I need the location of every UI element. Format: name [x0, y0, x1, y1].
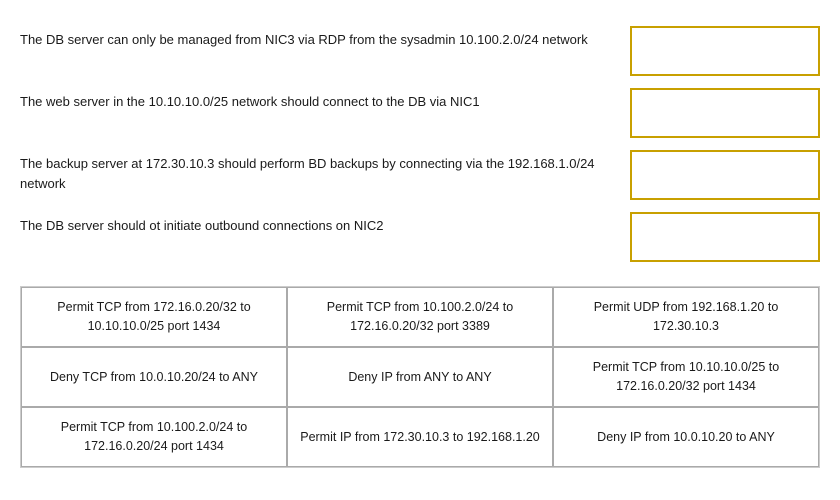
question-4-text: The DB server should ot initiate outboun…	[20, 206, 620, 268]
question-3-text: The backup server at 172.30.10.3 should …	[20, 144, 620, 206]
tile-9[interactable]: Deny IP from 10.0.10.20 to ANY	[553, 407, 819, 467]
question-1-text: The DB server can only be managed from N…	[20, 20, 620, 82]
tiles-section: Permit TCP from 172.16.0.20/32 to 10.10.…	[20, 286, 820, 468]
tile-2[interactable]: Permit TCP from 10.100.2.0/24 to 172.16.…	[287, 287, 553, 347]
questions-section: The DB server can only be managed from N…	[20, 20, 820, 268]
tile-4[interactable]: Deny TCP from 10.0.10.20/24 to ANY	[21, 347, 287, 407]
answer-box-1[interactable]	[630, 26, 820, 76]
main-container: The DB server can only be managed from N…	[20, 20, 820, 468]
answer-box-4[interactable]	[630, 212, 820, 262]
tile-3[interactable]: Permit UDP from 192.168.1.20 to 172.30.1…	[553, 287, 819, 347]
tile-7[interactable]: Permit TCP from 10.100.2.0/24 to 172.16.…	[21, 407, 287, 467]
answer-box-3[interactable]	[630, 150, 820, 200]
tile-6[interactable]: Permit TCP from 10.10.10.0/25 to 172.16.…	[553, 347, 819, 407]
answer-box-2[interactable]	[630, 88, 820, 138]
tile-8[interactable]: Permit IP from 172.30.10.3 to 192.168.1.…	[287, 407, 553, 467]
question-2-text: The web server in the 10.10.10.0/25 netw…	[20, 82, 620, 144]
tile-5[interactable]: Deny IP from ANY to ANY	[287, 347, 553, 407]
tile-1[interactable]: Permit TCP from 172.16.0.20/32 to 10.10.…	[21, 287, 287, 347]
